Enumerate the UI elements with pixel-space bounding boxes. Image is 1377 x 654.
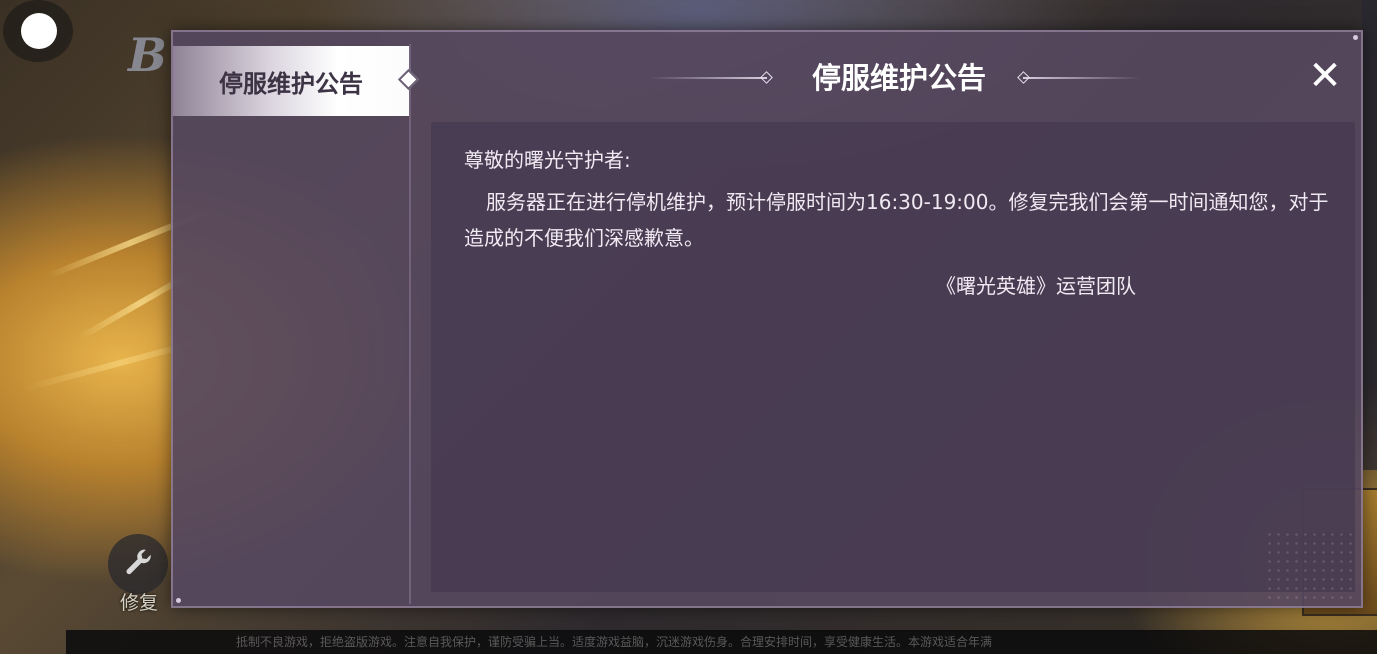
floating-assist-button[interactable] <box>3 0 73 62</box>
notice-greeting: 尊敬的曙光守护者: <box>464 148 631 172</box>
announcement-dialog: 停服维护公告 停服维护公告 ✕ 尊敬的曙光守护者: 服务器正在进行停机维护，预计… <box>171 30 1363 608</box>
close-icon[interactable]: ✕ <box>1303 54 1347 98</box>
dialog-title: 停服维护公告 <box>811 61 986 95</box>
white-circle-icon <box>21 13 57 49</box>
notice-body: 服务器正在进行停机维护，预计停服时间为16:30-19:00。修复完我们会第一时… <box>464 190 1329 250</box>
repair-button[interactable]: 修复 <box>108 534 174 614</box>
title-divider-line <box>1023 77 1141 79</box>
game-screen: B 修复 抵制不良游戏，拒绝盗版游戏。注意自我保护，谨防受骗上当。适度游戏益脑，… <box>0 0 1377 654</box>
dialog-corner-ornament <box>1353 35 1358 40</box>
wrench-icon <box>108 534 168 594</box>
tab-label: 停服维护公告 <box>219 69 363 98</box>
repair-label: 修复 <box>120 592 159 614</box>
game-logo: B <box>128 28 167 82</box>
health-notice-bar: 抵制不良游戏，拒绝盗版游戏。注意自我保护，谨防受骗上当。适度游戏益脑，沉迷游戏伤… <box>66 630 1377 654</box>
tab-maintenance-notice[interactable]: 停服维护公告 <box>173 46 409 116</box>
announcement-sidebar: 停服维护公告 <box>173 44 420 604</box>
title-diamond-ornament <box>760 71 773 84</box>
notice-content-panel: 尊敬的曙光守护者: 服务器正在进行停机维护，预计停服时间为16:30-19:00… <box>431 122 1355 592</box>
dialog-title-bar: 停服维护公告 <box>649 58 1149 102</box>
background-side-panel <box>1362 0 1377 470</box>
notice-signature: 《曙光英雄》运营团队 <box>936 274 1136 298</box>
title-divider-line <box>649 77 767 79</box>
